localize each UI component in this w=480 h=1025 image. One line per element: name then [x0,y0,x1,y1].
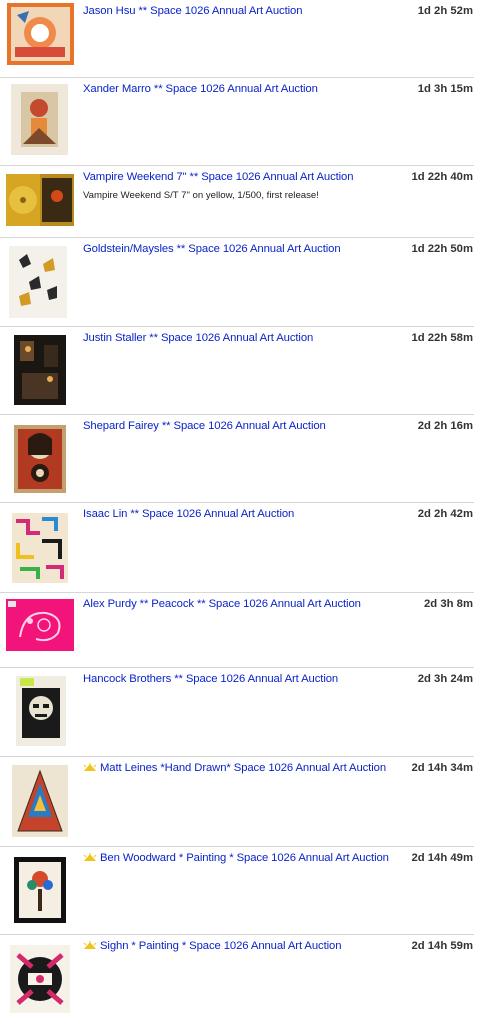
artwork-thumbnail[interactable] [11,84,68,155]
listing-title-link[interactable]: Goldstein/Maysles ** Space 1026 Annual A… [83,243,341,255]
list-item: Hancock Brothers ** Space 1026 Annual Ar… [0,668,474,757]
photo-thumbnail[interactable] [14,335,66,405]
pattern-artwork-thumbnail[interactable] [12,513,68,583]
artwork-image [7,3,74,65]
artwork-thumbnail[interactable] [9,246,67,318]
listing-description: Vampire Weekend S/T 7" on yellow, 1/500,… [83,190,319,201]
woodcut-print-image [16,676,66,746]
listing-title-link[interactable]: Matt Leines *Hand Drawn* Space 1026 Annu… [83,762,386,774]
listing-title-link[interactable]: Jason Hsu ** Space 1026 Annual Art Aucti… [83,5,302,17]
painting-thumbnail[interactable] [10,945,70,1013]
artwork-image [11,84,68,155]
time-left: 1d 22h 40m [411,171,473,183]
poster-thumbnail[interactable] [14,425,66,493]
listing-title-link[interactable]: Vampire Weekend 7" ** Space 1026 Annual … [83,171,354,183]
painting-image [10,945,70,1013]
triangle-drawing-thumbnail[interactable] [12,765,68,837]
list-item: Alex Purdy ** Peacock ** Space 1026 Annu… [0,593,474,668]
list-item: Goldstein/Maysles ** Space 1026 Annual A… [0,238,474,327]
time-left: 1d 2h 52m [417,5,473,17]
list-item: Matt Leines *Hand Drawn* Space 1026 Annu… [0,757,474,847]
listing-title-link[interactable]: Justin Staller ** Space 1026 Annual Art … [83,332,313,344]
pattern-artwork-image [12,513,68,583]
poster-image [14,425,66,493]
featured-icon [83,763,97,772]
listing-title-link[interactable]: Shepard Fairey ** Space 1026 Annual Art … [83,420,326,432]
listing-title-link[interactable]: Xander Marro ** Space 1026 Annual Art Au… [83,83,318,95]
time-left: 1d 22h 58m [411,332,473,344]
time-left: 2d 14h 34m [411,762,473,774]
peacock-print-image [6,599,74,651]
listing-title-link[interactable]: Isaac Lin ** Space 1026 Annual Art Aucti… [83,508,294,520]
time-left: 1d 3h 15m [417,83,473,95]
triangle-drawing-image [12,765,68,837]
time-left: 2d 2h 16m [417,420,473,432]
featured-icon [83,941,97,950]
list-item: Jason Hsu ** Space 1026 Annual Art Aucti… [0,0,474,78]
artwork-image [9,246,67,318]
peacock-print-thumbnail[interactable] [6,599,74,651]
listing-title-link[interactable]: Hancock Brothers ** Space 1026 Annual Ar… [83,673,338,685]
time-left: 2d 3h 24m [417,673,473,685]
list-item: Sighn * Painting * Space 1026 Annual Art… [0,935,474,1025]
time-left: 1d 22h 50m [411,243,473,255]
listing-title-link[interactable]: Alex Purdy ** Peacock ** Space 1026 Annu… [83,598,361,610]
list-item: Isaac Lin ** Space 1026 Annual Art Aucti… [0,503,474,593]
framed-painting-thumbnail[interactable] [14,857,66,923]
vinyl-record-image [6,174,74,226]
framed-painting-image [14,857,66,923]
list-item: Ben Woodward * Painting * Space 1026 Ann… [0,847,474,935]
list-item: Vampire Weekend 7" ** Space 1026 Annual … [0,166,474,238]
time-left: 2d 14h 49m [411,852,473,864]
time-left: 2d 14h 59m [411,940,473,952]
artwork-thumbnail[interactable] [7,3,74,65]
woodcut-print-thumbnail[interactable] [16,676,66,746]
listing-title-link[interactable]: Ben Woodward * Painting * Space 1026 Ann… [83,852,389,864]
listing-title-link[interactable]: Sighn * Painting * Space 1026 Annual Art… [83,940,342,952]
list-item: Xander Marro ** Space 1026 Annual Art Au… [0,78,474,166]
featured-icon [83,853,97,862]
time-left: 2d 3h 8m [424,598,473,610]
list-item: Shepard Fairey ** Space 1026 Annual Art … [0,415,474,503]
time-left: 2d 2h 42m [417,508,473,520]
vinyl-record-thumbnail[interactable] [6,174,74,226]
photo-image [14,335,66,405]
list-item: Justin Staller ** Space 1026 Annual Art … [0,327,474,415]
